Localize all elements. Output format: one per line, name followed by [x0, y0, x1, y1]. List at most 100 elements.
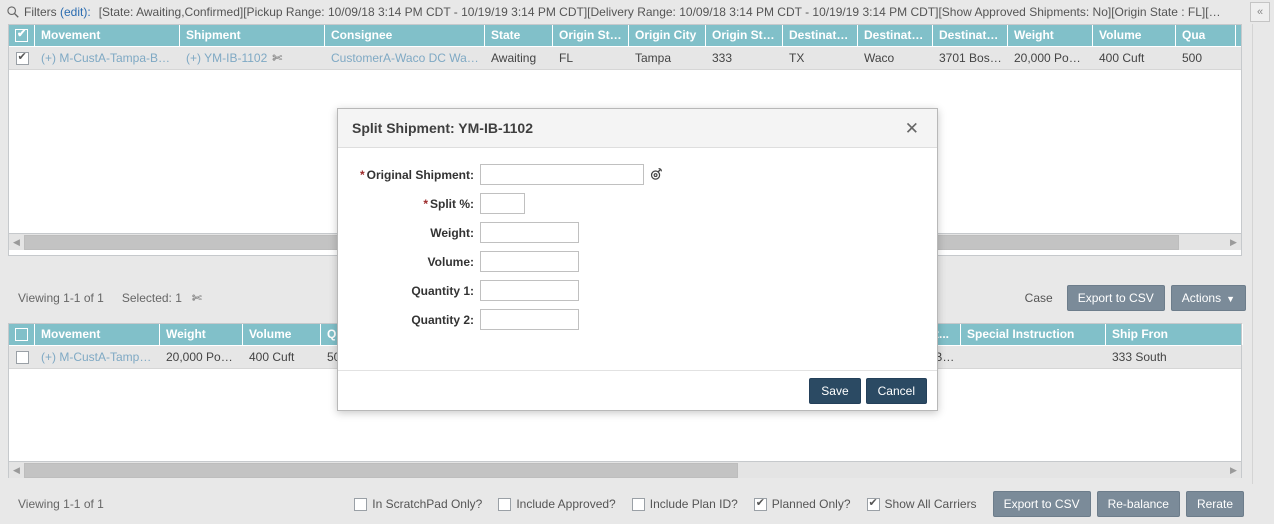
- select-all-checkbox[interactable]: [15, 28, 28, 42]
- bottom-export-to-csv-button[interactable]: Export to CSV: [992, 491, 1091, 517]
- select-all-checkbox-2[interactable]: [15, 328, 28, 341]
- grid2-horizontal-scrollbar[interactable]: ◀ ▶: [9, 461, 1241, 478]
- checkbox-label: Show All Carriers: [884, 497, 977, 511]
- dialog-body: * Original Shipment: * Split %: Weight: Vo…: [338, 148, 937, 370]
- chevron-double-left-icon[interactable]: «: [1250, 2, 1270, 22]
- search-icon: [7, 6, 19, 18]
- column-header[interactable]: Consignee: [325, 25, 485, 46]
- filters-summary-text: [State: Awaiting,Confirmed][Pickup Range…: [98, 5, 1229, 19]
- cell-special-instruction: [961, 346, 1106, 369]
- grid1-selected-label: Selected: 1: [121, 291, 182, 305]
- cell-consignee[interactable]: CustomerA-Waco DC Waco,...: [325, 47, 485, 70]
- field-label-volume: Volume:: [427, 254, 474, 269]
- required-marker: *: [359, 167, 365, 182]
- column-header[interactable]: Weight: [160, 324, 243, 345]
- magnifier-lookup-icon[interactable]: [649, 167, 664, 182]
- dialog-title: Split Shipment: YM-IB-1102: [352, 120, 533, 136]
- checkbox-label: Include Approved?: [516, 497, 616, 511]
- row-select-cell[interactable]: [9, 47, 35, 70]
- quantity-1-input[interactable]: [480, 280, 579, 301]
- row-select-cell-2[interactable]: [9, 346, 35, 369]
- cell-destination-1: TX: [789, 50, 805, 65]
- checkbox-include-plan-id[interactable]: Include Plan ID?: [631, 497, 738, 511]
- save-button[interactable]: Save: [809, 378, 861, 404]
- grid2-scroll-thumb[interactable]: [24, 462, 738, 478]
- scroll-left-arrow-icon[interactable]: ◀: [9, 463, 24, 478]
- filters-label: Filters: [24, 5, 57, 19]
- column-header[interactable]: Origin State: [553, 25, 629, 46]
- column-header[interactable]: Destinatio...: [858, 25, 933, 46]
- field-row-quantity-2: Quantity 2:: [338, 309, 937, 330]
- show-all-carriers-checkbox[interactable]: [866, 497, 880, 511]
- export-to-csv-button[interactable]: Export to CSV: [1066, 285, 1165, 311]
- column-header[interactable]: Movement: [35, 25, 180, 46]
- close-icon[interactable]: ✕: [901, 118, 923, 139]
- cell-movement[interactable]: (+) M-CustA-Tampa-Bran...: [35, 47, 180, 70]
- table-row[interactable]: (+) M-CustA-Tampa-Bran... (+) YM-IB-1102…: [9, 47, 1241, 70]
- select-all-header-cell[interactable]: [9, 25, 35, 46]
- cell-destination-3: 3701 Bosqu...: [939, 50, 1008, 65]
- include-approved-checkbox[interactable]: [498, 497, 512, 511]
- shipments-grid-header: Movement Shipment Consignee State Origin…: [9, 25, 1241, 47]
- planned-only-checkbox[interactable]: [753, 497, 767, 511]
- row-checkbox[interactable]: [15, 51, 29, 65]
- dialog-footer: Save Cancel: [338, 370, 937, 411]
- cell-shipment[interactable]: (+) YM-IB-1102 ✄: [180, 47, 325, 70]
- column-header[interactable]: Volume: [243, 324, 321, 345]
- checkbox-include-approved[interactable]: Include Approved?: [498, 497, 616, 511]
- column-header[interactable]: Volume: [1093, 25, 1176, 46]
- quantity-2-input[interactable]: [480, 309, 579, 330]
- column-header[interactable]: Origin City: [629, 25, 706, 46]
- checkbox-in-scratchpad-only[interactable]: In ScratchPad Only?: [354, 497, 482, 511]
- required-marker: *: [423, 196, 428, 211]
- dialog-header: Split Shipment: YM-IB-1102 ✕: [338, 109, 937, 148]
- column-header[interactable]: Qua: [1176, 25, 1236, 46]
- in-scratchpad-only-checkbox[interactable]: [354, 497, 368, 511]
- row-checkbox-2[interactable]: [15, 350, 29, 364]
- right-gutter: [1252, 24, 1274, 484]
- rerate-button[interactable]: Rerate: [1185, 491, 1244, 517]
- re-balance-button[interactable]: Re-balance: [1096, 491, 1180, 517]
- column-header[interactable]: Ship Fron: [1106, 324, 1243, 345]
- column-header[interactable]: Weight: [1008, 25, 1093, 46]
- column-header[interactable]: Origin Stre...: [706, 25, 783, 46]
- field-row-quantity-1: Quantity 1:: [338, 280, 937, 301]
- split-percent-input[interactable]: [480, 193, 525, 214]
- split-shipment-icon[interactable]: ✄: [272, 50, 282, 67]
- cell-weight: 20,000 Pound: [166, 349, 241, 364]
- filter-bar: Filters (edit): [State: Awaiting,Confirm…: [0, 0, 1274, 24]
- volume-input[interactable]: [480, 251, 579, 272]
- checkbox-planned-only[interactable]: Planned Only?: [753, 497, 851, 511]
- scroll-left-arrow-icon[interactable]: ◀: [9, 235, 24, 250]
- cell-quantity: 500: [1182, 50, 1203, 65]
- field-row-split-percent: * Split %:: [338, 193, 937, 214]
- scissors-icon[interactable]: ✄: [192, 291, 202, 305]
- field-label-quantity-1: Quantity 1:: [411, 283, 474, 298]
- column-header[interactable]: Special Instruction: [961, 324, 1106, 345]
- include-plan-id-checkbox[interactable]: [631, 497, 645, 511]
- chevron-down-icon: ▼: [1226, 294, 1235, 304]
- field-row-original-shipment: * Original Shipment:: [338, 164, 937, 185]
- column-header[interactable]: Movement: [35, 324, 160, 345]
- shipment-link[interactable]: (+) YM-IB-1102: [186, 51, 267, 65]
- original-shipment-input[interactable]: [480, 164, 644, 185]
- case-label: Case: [1024, 291, 1053, 305]
- column-header[interactable]: State: [485, 25, 553, 46]
- actions-button[interactable]: Actions ▼: [1170, 285, 1246, 311]
- scroll-right-arrow-icon[interactable]: ▶: [1226, 235, 1241, 250]
- grid2-scroll-track[interactable]: [24, 462, 1226, 478]
- actions-button-label: Actions: [1181, 291, 1222, 305]
- select-all-header-cell-2[interactable]: [9, 324, 35, 345]
- app-root: Filters (edit): [State: Awaiting,Confirm…: [0, 0, 1274, 524]
- scroll-right-arrow-icon[interactable]: ▶: [1226, 463, 1241, 478]
- column-header[interactable]: Shipment: [180, 25, 325, 46]
- column-header[interactable]: Destinatio...: [783, 25, 858, 46]
- filters-edit-link[interactable]: (edit):: [60, 5, 91, 19]
- column-header[interactable]: Destinatio...: [933, 25, 1008, 46]
- cancel-button[interactable]: Cancel: [865, 378, 927, 404]
- cell-origin-city: Tampa: [635, 50, 672, 65]
- weight-input[interactable]: [480, 222, 579, 243]
- cell-volume: 400 Cuft: [249, 349, 295, 364]
- checkbox-show-all-carriers[interactable]: Show All Carriers: [866, 497, 977, 511]
- cell-movement[interactable]: (+) M-CustA-Tampa-...: [35, 346, 160, 369]
